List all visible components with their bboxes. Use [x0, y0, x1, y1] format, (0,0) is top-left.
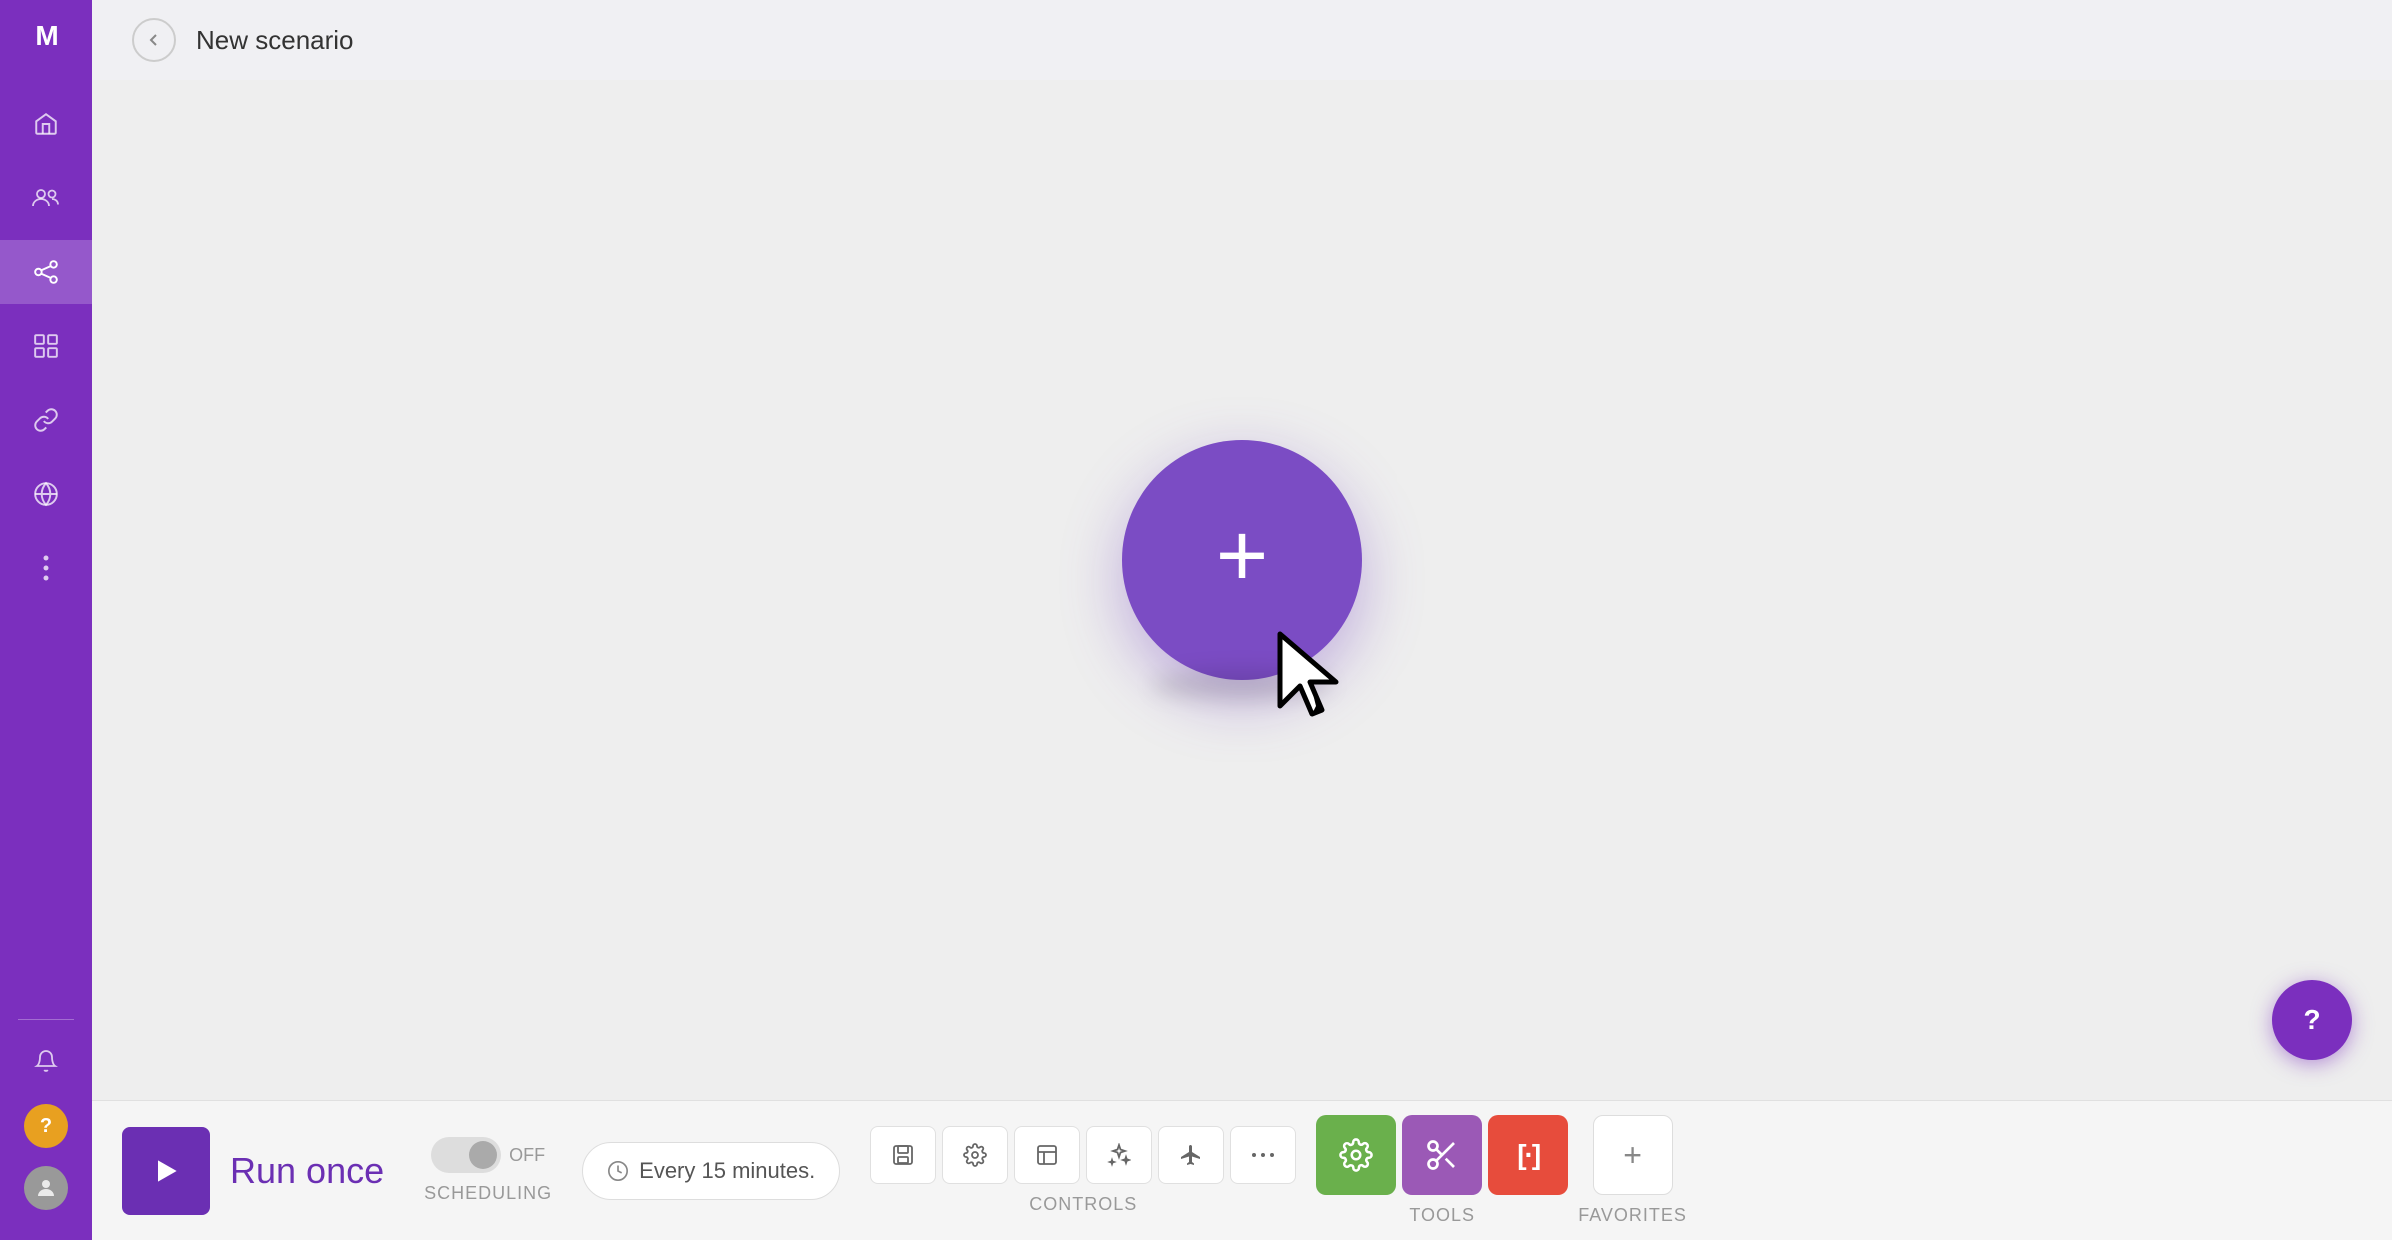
- toggle-thumb: [469, 1141, 497, 1169]
- airplane-icon: [1179, 1143, 1203, 1167]
- scenarios-icon: [33, 259, 59, 285]
- run-once-label: Run once: [230, 1150, 384, 1192]
- controls-row: [870, 1126, 1296, 1184]
- favorites-label: FAVORITES: [1578, 1205, 1687, 1226]
- settings-button[interactable]: [942, 1126, 1008, 1184]
- run-once-section: Run once: [122, 1127, 384, 1215]
- sidebar-item-team[interactable]: [0, 166, 92, 230]
- bell-icon: [34, 1049, 58, 1075]
- team-icon: [32, 186, 60, 210]
- sidebar-nav: [0, 92, 92, 1009]
- more-dots-icon: [1251, 1151, 1275, 1159]
- main-content: New scenario + Run once: [92, 0, 2392, 1240]
- sidebar-item-web[interactable]: [0, 462, 92, 526]
- save-icon: [891, 1143, 915, 1167]
- modules-icon: [33, 333, 59, 359]
- back-button[interactable]: [132, 18, 176, 62]
- scissors-icon: [1424, 1137, 1460, 1173]
- settings-icon: [963, 1143, 987, 1167]
- sidebar-item-scenarios[interactable]: [0, 240, 92, 304]
- back-icon: [146, 32, 162, 48]
- sidebar-help-button[interactable]: ?: [24, 1104, 68, 1148]
- scheduling-toggle[interactable]: [431, 1137, 501, 1173]
- controls-label: CONTROLS: [1029, 1194, 1137, 1215]
- notes-icon: [1035, 1143, 1059, 1167]
- cut-tool-button[interactable]: [1402, 1115, 1482, 1195]
- airplane-button[interactable]: [1158, 1126, 1224, 1184]
- scheduling-label: SCHEDULING: [424, 1183, 552, 1204]
- plus-icon: +: [1216, 511, 1269, 601]
- magic-icon: [1107, 1143, 1131, 1167]
- more-icon: [43, 555, 49, 581]
- toggle-row: OFF: [431, 1137, 545, 1173]
- run-once-button[interactable]: [122, 1127, 210, 1215]
- magic-button[interactable]: [1086, 1126, 1152, 1184]
- sidebar-divider: [18, 1019, 73, 1020]
- bracket-tool-button[interactable]: [·]: [1488, 1115, 1568, 1195]
- more-button[interactable]: [1230, 1126, 1296, 1184]
- web-icon: [33, 481, 59, 507]
- help-bubble-button[interactable]: ?: [2272, 980, 2352, 1060]
- run-tool-icon: [1339, 1138, 1373, 1172]
- header: New scenario: [92, 0, 2392, 80]
- sidebar-item-more[interactable]: [0, 536, 92, 600]
- sidebar-item-notifications[interactable]: [0, 1030, 92, 1094]
- add-favorite-button[interactable]: +: [1593, 1115, 1673, 1195]
- add-favorite-icon: +: [1623, 1137, 1642, 1174]
- save-button[interactable]: [870, 1126, 936, 1184]
- page-title: New scenario: [196, 25, 354, 56]
- avatar-icon: [34, 1176, 58, 1200]
- tools-section: [·] TOOLS: [1316, 1115, 1568, 1226]
- run-tool-button[interactable]: [1316, 1115, 1396, 1195]
- sidebar-avatar[interactable]: [24, 1166, 68, 1210]
- schedule-text: Every 15 minutes.: [639, 1158, 815, 1184]
- home-icon: [33, 111, 59, 137]
- connections-icon: [33, 407, 59, 433]
- toggle-off-label: OFF: [509, 1145, 545, 1166]
- bottom-bar: Run once OFF SCHEDULING Every 15 minutes…: [92, 1100, 2392, 1240]
- scheduling-section: OFF SCHEDULING: [424, 1137, 552, 1204]
- sidebar-item-home[interactable]: [0, 92, 92, 156]
- bracket-icon: [·]: [1517, 1139, 1539, 1171]
- play-icon: [150, 1155, 182, 1187]
- tools-label: TOOLS: [1409, 1205, 1475, 1226]
- clock-icon: [607, 1160, 629, 1182]
- canvas-area[interactable]: +: [92, 80, 2392, 1100]
- app-logo: M: [35, 20, 56, 52]
- sidebar-item-connections[interactable]: [0, 388, 92, 452]
- add-module-button[interactable]: +: [1122, 440, 1362, 680]
- sidebar-item-modules[interactable]: [0, 314, 92, 378]
- sidebar-bottom: ?: [0, 1030, 92, 1220]
- notes-button[interactable]: [1014, 1126, 1080, 1184]
- favorites-section: + FAVORITES: [1578, 1115, 1687, 1226]
- help-bubble-icon: ?: [2303, 1004, 2320, 1036]
- schedule-pill[interactable]: Every 15 minutes.: [582, 1142, 840, 1200]
- tools-row: [·]: [1316, 1115, 1568, 1195]
- controls-section: CONTROLS: [870, 1126, 1296, 1215]
- sidebar: M: [0, 0, 92, 1240]
